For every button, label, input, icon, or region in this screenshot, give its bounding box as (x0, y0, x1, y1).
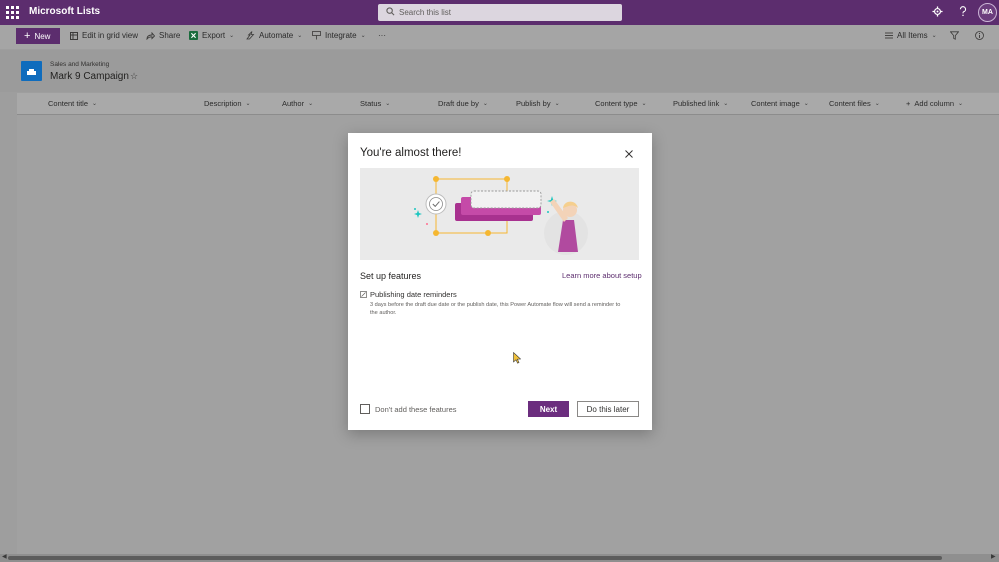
next-button[interactable]: Next (528, 401, 569, 417)
chevron-down-icon: ⌄ (554, 101, 560, 107)
column-content-files[interactable]: Content files ⌄ (829, 99, 880, 108)
more-button[interactable]: ··· (378, 31, 386, 40)
edit-grid-label: Edit in grid view (82, 31, 139, 40)
search-box[interactable] (378, 4, 622, 21)
plus-icon: + (24, 30, 31, 42)
site-name[interactable]: Sales and Marketing (50, 61, 109, 68)
automate-icon (246, 31, 255, 40)
scroll-left-arrow-icon[interactable]: ◀ (2, 553, 7, 560)
mouse-cursor-icon (513, 352, 521, 364)
chevron-down-icon: ⌄ (958, 101, 964, 107)
column-label: Description (204, 99, 242, 108)
column-label: Publish by (516, 99, 551, 108)
add-column-button[interactable]: + Add column ⌄ (906, 99, 963, 108)
export-button[interactable]: Export ⌄ (189, 31, 234, 40)
column-label: Author (282, 99, 305, 108)
column-label: Status (360, 99, 382, 108)
list-title: Mark 9 Campaign (50, 71, 129, 82)
column-status[interactable]: Status ⌄ (360, 99, 390, 108)
column-label: Content title (48, 99, 89, 108)
search-icon (386, 7, 395, 16)
help-icon[interactable] (958, 6, 968, 17)
scrollbar-thumb[interactable] (8, 556, 942, 560)
chevron-down-icon: ⌄ (92, 101, 98, 107)
learn-more-link[interactable]: Learn more about setup (562, 271, 642, 280)
column-label: Add column (914, 99, 954, 108)
settings-icon[interactable] (932, 6, 943, 17)
integrate-label: Integrate (325, 31, 357, 40)
chevron-down-icon: ⌄ (803, 101, 809, 107)
chevron-down-icon: ⌄ (641, 101, 647, 107)
column-content-type[interactable]: Content type ⌄ (595, 99, 647, 108)
setup-dialog: You're almost there! Set up features Lea… (348, 133, 652, 430)
column-content-image[interactable]: Content image ⌄ (751, 99, 809, 108)
list-icon (21, 61, 42, 81)
view-label: All Items (897, 31, 928, 40)
column-label: Published link (673, 99, 720, 108)
favorite-star-icon[interactable]: ☆ (130, 71, 138, 82)
share-button[interactable]: Share (146, 31, 180, 40)
section-title: Set up features (360, 271, 422, 281)
hero-illustration (360, 168, 639, 260)
list-view-icon (885, 32, 893, 39)
chevron-down-icon: ⌄ (229, 33, 235, 39)
search-input[interactable] (399, 5, 609, 19)
chevron-down-icon: ⌄ (723, 101, 729, 107)
app-name[interactable]: Microsoft Lists (29, 6, 100, 17)
chevron-down-icon: ⌄ (297, 33, 303, 39)
column-publish-by[interactable]: Publish by ⌄ (516, 99, 560, 108)
info-icon[interactable] (975, 31, 984, 40)
column-author[interactable]: Author ⌄ (282, 99, 313, 108)
automate-button[interactable]: Automate ⌄ (246, 31, 302, 40)
dont-add-checkbox[interactable] (360, 404, 370, 414)
chevron-down-icon: ⌄ (360, 33, 366, 39)
column-label: Content type (595, 99, 638, 108)
chevron-down-icon: ⌄ (245, 101, 251, 107)
do-this-later-button[interactable]: Do this later (577, 401, 639, 417)
new-button[interactable]: + New (16, 28, 60, 44)
close-icon[interactable] (624, 149, 634, 159)
scroll-right-arrow-icon[interactable]: ▶ (991, 553, 996, 560)
new-button-label: New (34, 31, 51, 41)
chevron-down-icon: ⌄ (482, 101, 488, 107)
plus-icon: + (906, 99, 911, 108)
chevron-down-icon: ⌄ (874, 101, 880, 107)
column-description[interactable]: Description ⌄ (204, 99, 251, 108)
dialog-title: You're almost there! (360, 147, 462, 159)
feature-description: 3 days before the draft due date or the … (370, 302, 621, 316)
reminder-edit-icon (360, 291, 367, 298)
column-draft-due-by[interactable]: Draft due by ⌄ (438, 99, 488, 108)
checkbox-label[interactable]: Don't add these features (375, 405, 457, 414)
export-label: Export (202, 31, 226, 40)
waffle-icon[interactable] (6, 6, 19, 19)
more-icon: ··· (378, 31, 386, 40)
column-content-title[interactable]: Content title ⌄ (48, 99, 97, 108)
chevron-down-icon: ⌄ (931, 33, 937, 39)
avatar[interactable]: MA (978, 3, 997, 22)
view-selector[interactable]: All Items ⌄ (885, 31, 937, 40)
integrate-button[interactable]: Integrate ⌄ (312, 31, 366, 40)
app-window: Microsoft Lists MA + New Edit in grid vi… (0, 0, 999, 562)
share-icon (146, 31, 155, 40)
chevron-down-icon: ⌄ (308, 101, 314, 107)
excel-icon (189, 31, 198, 40)
feature-title: Publishing date reminders (370, 290, 457, 299)
list-header (0, 50, 999, 92)
automate-label: Automate (259, 31, 294, 40)
column-label: Content files (829, 99, 871, 108)
column-label: Draft due by (438, 99, 479, 108)
column-published-link[interactable]: Published link ⌄ (673, 99, 728, 108)
filter-icon[interactable] (950, 31, 959, 40)
chevron-down-icon: ⌄ (385, 101, 391, 107)
edit-grid-view-button[interactable]: Edit in grid view (70, 31, 138, 40)
integrate-icon (312, 31, 321, 40)
share-label: Share (159, 31, 181, 40)
column-label: Content image (751, 99, 800, 108)
grid-icon (70, 31, 78, 40)
